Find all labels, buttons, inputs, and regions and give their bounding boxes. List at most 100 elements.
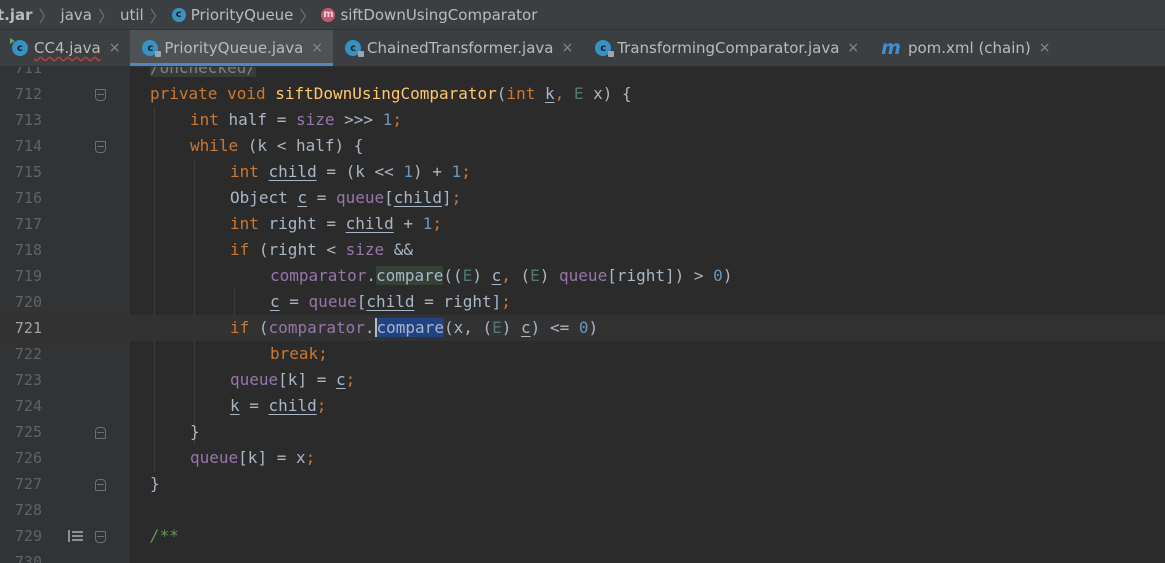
- line-number: 727: [14, 475, 42, 493]
- breadcrumb-item-0[interactable]: t.jar: [0, 6, 33, 24]
- code-token: child: [366, 292, 415, 311]
- code-text[interactable]: if (comparator. compare(x, (E) c) <= 0): [230, 315, 598, 341]
- code-token: ;: [345, 370, 356, 389]
- breadcrumb: t.jar 〉 java 〉 util 〉 c PriorityQueue 〉 m siftDown…: [0, 0, 1165, 30]
- code-line[interactable]: 722 break;: [0, 341, 1165, 367]
- line-number: 723: [14, 371, 42, 389]
- breadcrumb-separator-icon: 〉: [97, 6, 114, 26]
- code-line[interactable]: 715 int child = (k << 1) + 1;: [0, 159, 1165, 185]
- code-line[interactable]: 719 comparator.compare((E) c, (E) queue[r…: [0, 263, 1165, 289]
- code-line[interactable]: 718 if (right < size &&: [0, 237, 1165, 263]
- code-token: size: [345, 240, 385, 259]
- code-text[interactable]: comparator.compare((E) c, (E) queue[righ…: [270, 263, 732, 289]
- code-line[interactable]: 712 private void siftDownUsingComparator(…: [0, 81, 1165, 107]
- code-line[interactable]: 728: [0, 497, 1165, 523]
- code-text[interactable]: private void siftDownUsingComparator(int…: [150, 81, 632, 107]
- code-line[interactable]: 713 int half = size >>> 1;: [0, 107, 1165, 133]
- tab-3[interactable]: c TransformingComparator.java ×: [583, 30, 869, 66]
- code-line[interactable]: 714 while (k < half) {: [0, 133, 1165, 159]
- line-number: 724: [14, 397, 42, 415]
- code-text[interactable]: Object c = queue[child];: [230, 185, 461, 211]
- code-token: child: [345, 214, 394, 233]
- fold-marker-icon[interactable]: [95, 141, 106, 153]
- code-token: E: [492, 318, 502, 337]
- code-token: (right <: [258, 240, 346, 259]
- code-line[interactable]: 724 k = child;: [0, 393, 1165, 419]
- code-token: break: [270, 344, 319, 363]
- code-token: ;: [316, 396, 327, 415]
- code-token: E: [462, 266, 473, 285]
- code-line[interactable]: 723 queue[k] = c;: [0, 367, 1165, 393]
- code-text[interactable]: int child = (k << 1) + 1;: [230, 159, 471, 185]
- code-token: private void: [150, 84, 276, 103]
- fold-marker-icon[interactable]: [95, 89, 106, 101]
- code-line[interactable]: 720 c = queue[child = right];: [0, 289, 1165, 315]
- class-locked-icon: c: [345, 40, 365, 57]
- code-line[interactable]: 729 /**: [0, 523, 1165, 549]
- tab-2[interactable]: c ChainedTransformer.java ×: [333, 30, 583, 66]
- close-tab-icon[interactable]: ×: [311, 40, 323, 56]
- code-token: 1: [451, 162, 462, 181]
- code-text[interactable]: queue[k] = x;: [190, 445, 315, 471]
- code-text[interactable]: }: [150, 471, 160, 497]
- code-text[interactable]: c = queue[child = right];: [270, 289, 511, 315]
- line-number: 728: [14, 501, 42, 519]
- tab-1[interactable]: c PriorityQueue.java ×: [130, 30, 334, 66]
- code-token: Object: [230, 188, 298, 207]
- code-line[interactable]: 717 int right = child + 1;: [0, 211, 1165, 237]
- close-tab-icon[interactable]: ×: [109, 40, 121, 56]
- breadcrumb-separator-icon: 〉: [38, 6, 55, 26]
- line-number: 715: [14, 163, 42, 181]
- code-token: child: [393, 188, 442, 207]
- breadcrumb-item-3[interactable]: c PriorityQueue: [171, 5, 294, 24]
- code-token: queue: [335, 188, 385, 207]
- code-token: if: [230, 318, 259, 337]
- fold-marker-icon[interactable]: [95, 427, 106, 439]
- code-line[interactable]: 711/Unchecked/: [0, 67, 1165, 81]
- close-tab-icon[interactable]: ×: [847, 40, 859, 56]
- code-text[interactable]: int half = size >>> 1;: [190, 107, 402, 133]
- code-token: c: [491, 266, 502, 285]
- code-token: queue: [230, 370, 279, 389]
- code-text[interactable]: queue[k] = c;: [230, 367, 355, 393]
- code-text[interactable]: if (right < size &&: [230, 237, 413, 263]
- tab-label: ChainedTransformer.java: [367, 39, 554, 57]
- code-line[interactable]: 727}: [0, 471, 1165, 497]
- breadcrumb-item-2[interactable]: util: [120, 6, 144, 24]
- code-line[interactable]: 730: [0, 549, 1165, 563]
- code-line[interactable]: 725}: [0, 419, 1165, 445]
- code-line[interactable]: 726 queue[k] = x;: [0, 445, 1165, 471]
- line-number: 721: [14, 319, 42, 337]
- code-token: = right]: [414, 292, 502, 311]
- code-editor[interactable]: 711/Unchecked/712 private void siftDownUs…: [0, 67, 1165, 563]
- code-text[interactable]: int right = child + 1;: [230, 211, 442, 237]
- code-token: +: [393, 214, 423, 233]
- breadcrumb-label: PriorityQueue: [190, 5, 294, 24]
- code-token: int: [230, 162, 269, 181]
- code-text[interactable]: }: [190, 419, 200, 445]
- code-text[interactable]: k = child;: [230, 393, 326, 419]
- code-token: while: [190, 136, 248, 155]
- tab-4[interactable]: m pom.xml (chain) ×: [869, 30, 1060, 66]
- code-text[interactable]: /**: [150, 523, 179, 549]
- breadcrumb-item-4[interactable]: m siftDownUsingComparator: [321, 6, 537, 24]
- code-line[interactable]: 721 if (comparator. compare(x, (E) c) <= 0…: [0, 315, 1165, 341]
- close-tab-icon[interactable]: ×: [561, 40, 573, 56]
- code-token: ): [722, 266, 733, 285]
- code-text[interactable]: while (k < half) {: [190, 133, 363, 159]
- code-token: size: [295, 110, 335, 129]
- breadcrumb-item-1[interactable]: java: [61, 6, 92, 24]
- code-token: ;: [501, 292, 511, 311]
- close-tab-icon[interactable]: ×: [1039, 40, 1051, 56]
- code-token: ): [539, 266, 560, 285]
- code-line[interactable]: 716 Object c = queue[child];: [0, 185, 1165, 211]
- line-number: 713: [14, 111, 42, 129]
- tab-0[interactable]: c CC4.java ×: [0, 30, 130, 66]
- code-token: (: [496, 84, 507, 103]
- code-token: c: [521, 318, 531, 337]
- render-doc-icon[interactable]: [68, 530, 83, 542]
- fold-marker-icon[interactable]: [95, 531, 106, 543]
- fold-marker-icon[interactable]: [95, 479, 106, 491]
- code-text[interactable]: break;: [270, 341, 328, 367]
- code-text[interactable]: /Unchecked/: [150, 67, 256, 81]
